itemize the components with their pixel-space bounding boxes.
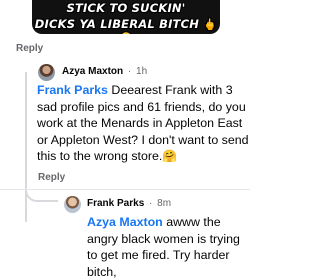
comment-header: Azya Maxton · 1h [62, 66, 147, 77]
reply-button-top[interactable]: Reply [16, 43, 43, 54]
meme-caption-line1: STICK TO SUCKIN' [66, 1, 186, 15]
comment-body: Frank Parks Deearest Frank with 3 sad pr… [37, 82, 249, 165]
comment-author[interactable]: Azya Maxton [62, 66, 123, 77]
mention-link[interactable]: Azya Maxton [87, 215, 163, 229]
divider [0, 189, 250, 190]
reply-button[interactable]: Reply [38, 172, 65, 183]
comment-separator: · [149, 198, 153, 209]
meme-image[interactable]: STICK TO SUCKIN' DICKS YA LIBERAL BITCH … [32, 0, 220, 34]
comment-author[interactable]: Frank Parks [87, 198, 144, 209]
comment-timestamp[interactable]: 1h [136, 66, 147, 77]
comment-body: Azya Maxton awww the angry black women i… [87, 214, 249, 280]
hugging-face-emoji-icon: 🤗 [162, 149, 178, 163]
comment-separator: · [127, 66, 132, 77]
comment-header: Frank Parks · 8m [87, 198, 171, 209]
mention-link[interactable]: Frank Parks [37, 83, 108, 97]
meme-caption-line2: DICKS YA LIBERAL BITCH 🖕🤣 [32, 17, 220, 34]
comment-timestamp[interactable]: 8m [157, 198, 171, 209]
meme-caption-line2-text: DICKS YA LIBERAL BITCH [34, 17, 200, 31]
avatar[interactable] [64, 196, 81, 213]
thread-connector-line [25, 72, 27, 222]
avatar[interactable] [38, 64, 55, 81]
